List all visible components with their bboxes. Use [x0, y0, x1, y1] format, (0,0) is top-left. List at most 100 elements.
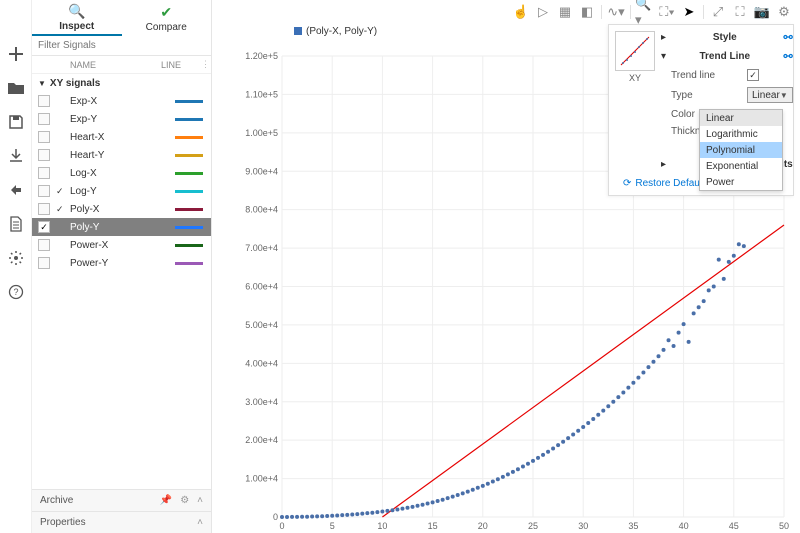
export-icon[interactable] [6, 180, 26, 200]
tab-inspect-label: Inspect [59, 21, 94, 32]
signal-checkbox[interactable] [38, 113, 50, 125]
signal-checkbox[interactable] [38, 149, 50, 161]
svg-text:0: 0 [279, 521, 284, 531]
signal-swatch [175, 136, 203, 139]
type-select[interactable]: Linear ▼ [747, 87, 793, 103]
save-icon[interactable] [6, 112, 26, 132]
signal-checkbox[interactable] [38, 185, 50, 197]
settings-icon[interactable] [6, 248, 26, 268]
pointer-icon[interactable]: ➤ [679, 2, 699, 22]
signal-row[interactable]: ✓ Poly-Y [32, 218, 211, 236]
type-value: Linear [752, 90, 780, 101]
grid-icon[interactable]: ▦ [555, 2, 575, 22]
svg-text:7.00e+4: 7.00e+4 [245, 243, 278, 253]
signal-swatch [175, 208, 203, 211]
trendline-checkbox[interactable]: ✓ [747, 69, 759, 81]
link-icon[interactable]: ⚯ [784, 31, 793, 44]
signal-row[interactable]: Log-X [32, 164, 211, 182]
col-line-label: LINE [161, 60, 201, 70]
region-icon[interactable]: ⛶▾ [657, 2, 677, 22]
signal-swatch [175, 118, 203, 121]
dropdown-option[interactable]: Power [700, 174, 782, 190]
svg-text:1.00e+4: 1.00e+4 [245, 474, 278, 484]
zoom-icon[interactable]: 🔍▾ [635, 2, 655, 22]
add-icon[interactable] [6, 44, 26, 64]
style-thumbnail[interactable] [615, 31, 655, 71]
document-icon[interactable] [6, 214, 26, 234]
signal-checkbox[interactable] [38, 131, 50, 143]
dropdown-option[interactable]: Logarithmic [700, 126, 782, 142]
play-icon[interactable]: ▷ [533, 2, 553, 22]
help-icon[interactable]: ? [6, 282, 26, 302]
signal-row[interactable]: Power-Y [32, 254, 211, 272]
tab-inspect[interactable]: 🔍 Inspect [32, 0, 122, 36]
signal-name: Poly-Y [70, 222, 175, 233]
svg-text:0: 0 [273, 512, 278, 522]
svg-text:1.00e+5: 1.00e+5 [245, 128, 278, 138]
import-icon[interactable] [6, 146, 26, 166]
signal-checkbox[interactable] [38, 167, 50, 179]
signal-swatch [175, 226, 203, 229]
check-icon: ✔ [160, 4, 172, 21]
signal-row[interactable]: Exp-Y [32, 110, 211, 128]
signal-name: Power-Y [70, 258, 175, 269]
filter-input[interactable] [32, 36, 211, 56]
tab-compare[interactable]: ✔ Compare [122, 0, 212, 36]
expand-icon[interactable]: ⤢ [708, 2, 728, 22]
dropdown-option[interactable]: Exponential [700, 158, 782, 174]
signal-row[interactable]: Heart-Y [32, 146, 211, 164]
eraser-icon[interactable]: ◧ [577, 2, 597, 22]
accordion-archive[interactable]: Archive 📌⚙˄ [32, 489, 211, 511]
signal-row[interactable]: ✓Poly-X [32, 200, 211, 218]
col-name-label: NAME [70, 60, 161, 70]
signal-swatch [175, 172, 203, 175]
signal-name: Heart-Y [70, 150, 175, 161]
fingerprint-icon[interactable]: ☝ [511, 2, 531, 22]
plotted-indicator: ✓ [56, 186, 66, 197]
section-trend-line[interactable]: Trend Line ⚯ [661, 50, 793, 63]
signal-swatch [175, 262, 203, 265]
svg-text:?: ? [13, 287, 18, 297]
signal-name: Power-X [70, 240, 175, 251]
link-icon[interactable]: ⚯ [784, 50, 793, 63]
wave-icon[interactable]: ∿▾ [606, 2, 626, 22]
group-header[interactable]: ▼ XY signals [32, 74, 211, 92]
dropdown-option[interactable]: Linear [700, 110, 782, 126]
menu-dots-icon[interactable]: ⋮ [201, 59, 211, 70]
column-header: NAME LINE ⋮ [32, 56, 211, 74]
svg-text:50: 50 [779, 521, 789, 531]
signal-row[interactable]: Exp-X [32, 92, 211, 110]
gear-icon[interactable]: ⚙ [774, 2, 794, 22]
pin-icon[interactable]: 📌 [160, 495, 172, 506]
signal-checkbox[interactable] [38, 203, 50, 215]
dropdown-option[interactable]: Polynomial [700, 142, 782, 158]
main-area: ☝ ▷ ▦ ◧ ∿▾ 🔍▾ ⛶▾ ➤ ⤢ ⛶ 📷 ⚙ (Poly-X, Poly… [212, 0, 800, 533]
signal-row[interactable]: ✓Log-Y [32, 182, 211, 200]
signal-checkbox[interactable]: ✓ [38, 221, 50, 233]
gear-icon[interactable]: ⚙ [180, 495, 189, 506]
camera-icon[interactable]: 📷 [752, 2, 772, 22]
signal-swatch [175, 154, 203, 157]
tab-compare-label: Compare [146, 22, 187, 33]
type-dropdown: LinearLogarithmicPolynomialExponentialPo… [699, 109, 783, 191]
signal-sidebar: 🔍 Inspect ✔ Compare NAME LINE ⋮ ▼ XY sig… [32, 0, 212, 533]
section-style[interactable]: Style ⚯ [661, 31, 793, 44]
svg-text:4.00e+4: 4.00e+4 [245, 358, 278, 368]
svg-text:45: 45 [729, 521, 739, 531]
fullscreen-icon[interactable]: ⛶ [730, 2, 750, 22]
signal-checkbox[interactable] [38, 95, 50, 107]
signal-checkbox[interactable] [38, 257, 50, 269]
thumb-label: XY [629, 73, 641, 83]
signal-name: Log-X [70, 168, 175, 179]
chevron-up-icon: ˄ [197, 517, 203, 528]
signal-name: Poly-X [70, 204, 175, 215]
folder-icon[interactable] [6, 78, 26, 98]
svg-text:20: 20 [478, 521, 488, 531]
section-trendline-label: Trend Line [699, 51, 750, 62]
signal-checkbox[interactable] [38, 239, 50, 251]
accordion-properties[interactable]: Properties ˄ [32, 511, 211, 533]
signal-name: Heart-X [70, 132, 175, 143]
svg-text:30: 30 [578, 521, 588, 531]
signal-row[interactable]: Heart-X [32, 128, 211, 146]
signal-row[interactable]: Power-X [32, 236, 211, 254]
